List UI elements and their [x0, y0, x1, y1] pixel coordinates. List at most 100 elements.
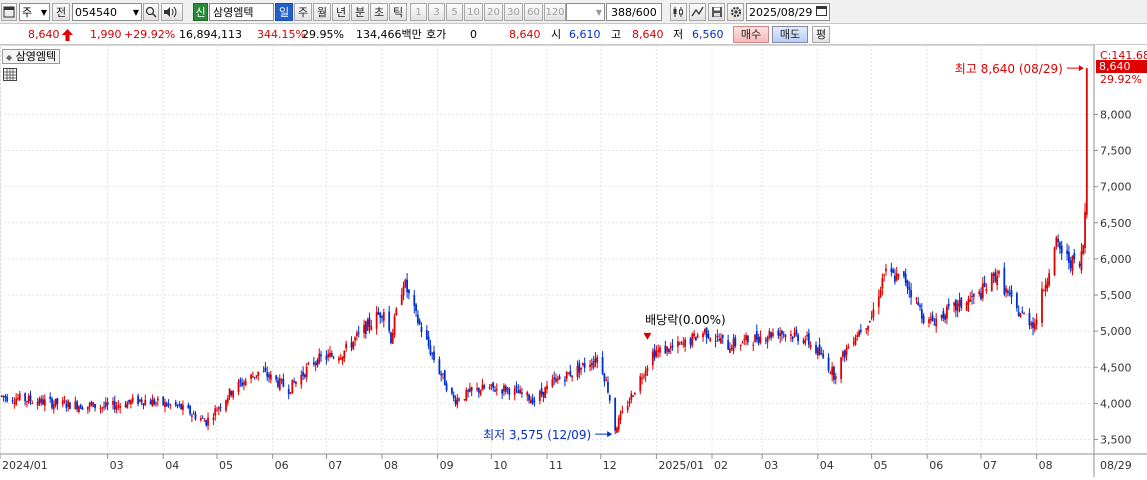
candle-body — [156, 398, 159, 401]
candle-body — [463, 399, 466, 401]
candle-body — [1041, 288, 1043, 323]
candle-body — [144, 399, 147, 406]
settings-icon[interactable] — [727, 3, 744, 21]
candle-body — [881, 278, 884, 289]
calendar-icon[interactable] — [816, 5, 827, 19]
candle-body — [476, 388, 478, 390]
candle-body — [809, 345, 812, 348]
search-icon[interactable] — [143, 3, 159, 21]
candle-body — [902, 271, 905, 276]
candle-body — [182, 404, 184, 410]
tab-0[interactable]: 일 — [275, 3, 293, 21]
candle-body — [402, 286, 405, 296]
count-input[interactable]: 388 /600 — [606, 3, 662, 21]
candle-body — [983, 282, 986, 287]
interval-input[interactable]: ▼ — [566, 3, 605, 21]
candle-body — [494, 390, 496, 392]
tab-5[interactable]: 초 — [370, 3, 388, 21]
candle-body — [325, 355, 328, 360]
x-tick-label: 05 — [874, 459, 888, 472]
stock-code-input[interactable]: 054540 ▼ — [72, 3, 142, 21]
candle-body — [671, 345, 674, 348]
candle-body — [856, 335, 859, 338]
prev-button[interactable]: 전 — [52, 3, 70, 21]
interval-button-6[interactable]: 60 — [524, 3, 543, 21]
candle-body — [784, 335, 787, 338]
tab-4[interactable]: 분 — [351, 3, 369, 21]
interval-button-7[interactable]: 120 — [544, 3, 566, 21]
candle-body — [659, 347, 661, 353]
candle-body — [345, 343, 348, 349]
candle-body — [590, 363, 593, 366]
candle-body — [628, 401, 631, 404]
chart-type-icon[interactable] — [670, 3, 687, 21]
candle-body — [929, 318, 932, 321]
candle-body — [947, 303, 950, 307]
date-input[interactable]: 2025/08/29 — [746, 3, 830, 21]
candle-body — [341, 356, 344, 361]
line-tool-icon[interactable] — [689, 3, 706, 21]
interval-button-0[interactable]: 1 — [410, 3, 427, 21]
tab-3[interactable]: 년 — [332, 3, 350, 21]
interval-button-5[interactable]: 30 — [504, 3, 523, 21]
candle-body — [529, 400, 532, 404]
candle-body — [11, 400, 14, 402]
candle-body — [142, 403, 145, 405]
candle-body — [1082, 245, 1085, 254]
candle-body — [520, 392, 523, 394]
dividend-annotation: 배당락(0.00%) — [645, 313, 726, 327]
candle-body — [155, 402, 157, 404]
interval-button-1[interactable]: 3 — [428, 3, 445, 21]
candle-body — [816, 347, 819, 356]
x-tick-label: 03 — [764, 459, 778, 472]
candle-body — [17, 397, 19, 400]
candle-body — [865, 328, 868, 330]
candle-body — [969, 299, 972, 302]
price-chart[interactable]: 최고 8,640 (08/29) 최저 3,575 (12/09) 배당락(0.00… — [0, 44, 1147, 477]
x-tick-label: 04 — [820, 459, 834, 472]
candle-body — [892, 269, 895, 274]
candle-body — [237, 381, 240, 392]
candle-body — [51, 398, 53, 408]
candle-body — [176, 404, 179, 407]
tab-2[interactable]: 월 — [313, 3, 331, 21]
window-icon[interactable] — [1, 3, 17, 21]
eval-button[interactable]: 평 — [812, 26, 830, 43]
chart-title-tab[interactable]: ◆ 삼영엠텍 — [2, 49, 61, 64]
quote-bar: 8,640 1,990 +29.92% 16,894,113 344.15% 2… — [0, 24, 1147, 45]
candle-body — [546, 385, 548, 390]
buy-button[interactable]: 매수 — [733, 26, 769, 43]
candle-body — [420, 326, 423, 332]
candle-body — [777, 330, 780, 336]
market-select[interactable]: 주 ▼ — [19, 3, 50, 21]
candle-body — [287, 388, 290, 395]
save-icon[interactable] — [708, 3, 725, 21]
candle-body — [852, 342, 855, 344]
interval-button-4[interactable]: 20 — [484, 3, 503, 21]
sound-icon[interactable] — [161, 3, 183, 21]
candle-body — [293, 381, 296, 383]
candle-body — [1060, 245, 1063, 254]
candle-body — [169, 404, 172, 406]
tab-1[interactable]: 주 — [294, 3, 312, 21]
candle-body — [833, 366, 835, 380]
candle-body — [355, 332, 358, 336]
candle-body — [375, 312, 378, 329]
candle-body — [94, 404, 96, 409]
candle-body — [126, 402, 129, 409]
candle-body — [24, 393, 27, 402]
price-change: 1,990 — [90, 28, 122, 41]
sell-button[interactable]: 매도 — [772, 26, 808, 43]
volume-ratio: 344.15% — [257, 28, 306, 41]
interval-button-3[interactable]: 10 — [464, 3, 483, 21]
candle-body — [501, 389, 504, 394]
up-arrow-icon — [62, 29, 73, 44]
candle-body — [1007, 290, 1009, 293]
candle-body — [1053, 247, 1056, 276]
candle-body — [112, 400, 114, 405]
interval-button-2[interactable]: 5 — [446, 3, 463, 21]
data-table-icon[interactable] — [3, 68, 17, 84]
tab-6[interactable]: 틱 — [389, 3, 407, 21]
candle-body — [829, 372, 832, 374]
candle-body — [214, 408, 217, 416]
